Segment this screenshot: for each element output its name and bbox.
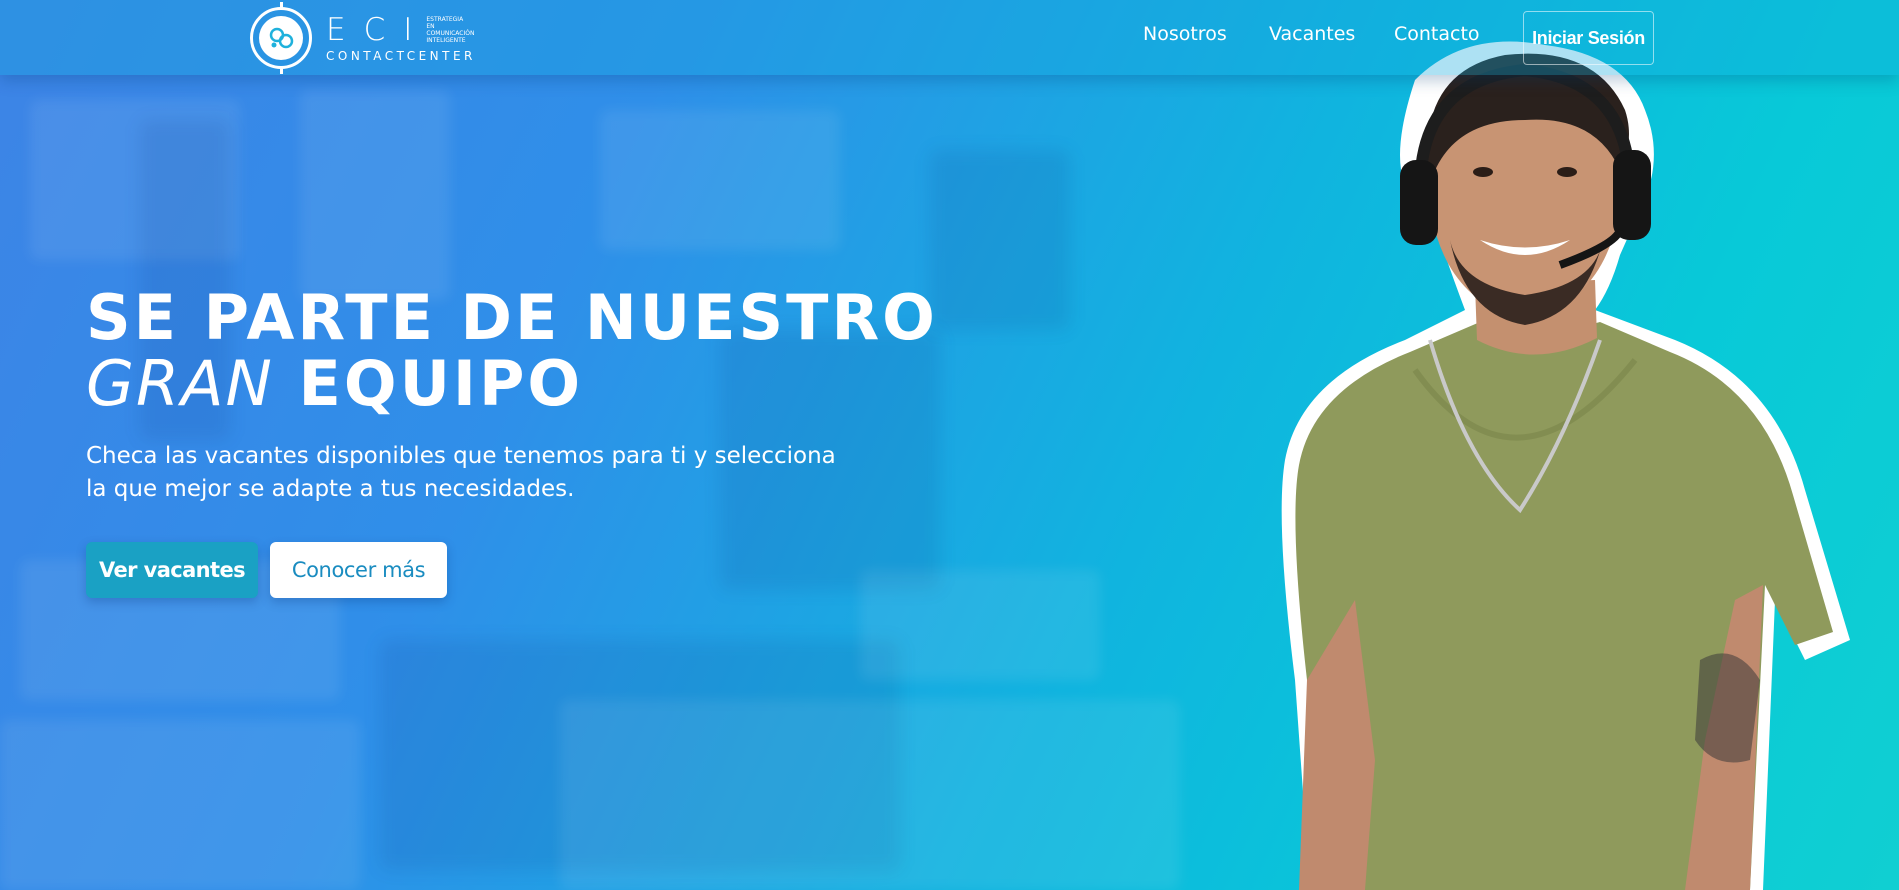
hero-title-line1: SE PARTE DE NUESTRO bbox=[86, 281, 938, 354]
hero-person-image bbox=[1281, 41, 1850, 890]
learn-more-button[interactable]: Conocer más bbox=[270, 542, 447, 598]
nav-link-vacantes[interactable]: Vacantes bbox=[1269, 23, 1355, 45]
hero-title-italic: GRAN bbox=[86, 347, 274, 420]
nav-link-contacto[interactable]: Contacto bbox=[1394, 23, 1480, 45]
hero-subtitle: Checa las vacantes disponibles que tenem… bbox=[86, 443, 836, 502]
hero-title-rest: EQUIPO bbox=[298, 347, 584, 420]
logo-tagline: ESTRATEGIA EN COMUNICACIÓN INTELIGENTE bbox=[426, 15, 475, 44]
logo-title: ECI bbox=[326, 11, 431, 48]
logo-emblem-icon bbox=[250, 2, 312, 74]
nav-link-nosotros[interactable]: Nosotros bbox=[1143, 23, 1227, 45]
view-vacancies-button[interactable]: Ver vacantes bbox=[86, 542, 258, 598]
navbar: ECI ESTRATEGIA EN COMUNICACIÓN INTELIGEN… bbox=[0, 0, 1899, 75]
hero-title: SE PARTE DE NUESTRO GRAN EQUIPO bbox=[86, 285, 938, 417]
login-button[interactable]: Iniciar Sesión bbox=[1523, 11, 1654, 65]
brand-logo[interactable]: ECI ESTRATEGIA EN COMUNICACIÓN INTELIGEN… bbox=[250, 2, 476, 74]
logo-subtitle: CONTACTCENTER bbox=[326, 48, 476, 63]
